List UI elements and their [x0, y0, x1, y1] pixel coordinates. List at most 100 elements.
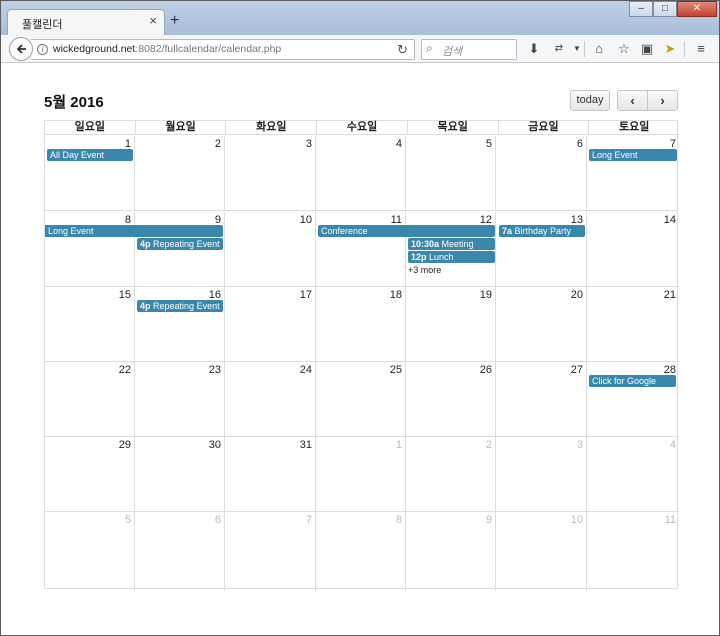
close-window-button[interactable]: ✕ — [677, 1, 717, 17]
chevron-down-icon[interactable]: ▼ — [569, 40, 585, 58]
day-cell[interactable]: 1 — [316, 437, 406, 511]
day-number[interactable]: 30 — [209, 439, 221, 451]
browser-tab[interactable]: 풀캘린더 × — [7, 9, 165, 35]
day-cell[interactable]: 8 — [316, 512, 406, 591]
day-number[interactable]: 26 — [480, 364, 492, 376]
bookmark-star-icon[interactable]: ☆ — [616, 40, 632, 58]
translate-icon[interactable]: ⇄ — [551, 40, 567, 58]
tab-close-icon[interactable]: × — [149, 14, 157, 28]
reload-icon[interactable]: ↻ — [397, 42, 408, 58]
day-cell[interactable]: 4 — [587, 437, 679, 511]
day-cell[interactable]: 8 — [45, 212, 135, 286]
day-cell[interactable]: 16 — [135, 287, 225, 361]
day-cell[interactable]: 23 — [135, 362, 225, 436]
day-number[interactable]: 20 — [571, 289, 583, 301]
day-cell[interactable]: 7 — [587, 136, 679, 210]
event-repeating[interactable]: 4p Repeating Event — [137, 300, 223, 312]
day-cell[interactable]: 17 — [225, 287, 316, 361]
day-cell[interactable]: 31 — [225, 437, 316, 511]
day-number[interactable]: 6 — [577, 138, 583, 150]
clipboard-icon[interactable]: ▣ — [639, 40, 655, 58]
day-number[interactable]: 5 — [125, 514, 131, 526]
day-number[interactable]: 31 — [300, 439, 312, 451]
day-number[interactable]: 21 — [664, 289, 676, 301]
day-number[interactable]: 9 — [486, 514, 492, 526]
day-number[interactable]: 8 — [396, 514, 402, 526]
event-meeting[interactable]: 10:30a Meeting — [408, 238, 495, 250]
event-repeating[interactable]: 4p Repeating Event — [137, 238, 223, 250]
more-events-link[interactable]: +3 more — [408, 265, 441, 275]
day-cell[interactable]: 21 — [587, 287, 679, 361]
day-number[interactable]: 10 — [571, 514, 583, 526]
search-box[interactable]: ⌕ 검색 — [421, 39, 517, 60]
day-cell[interactable]: 18 — [316, 287, 406, 361]
day-cell[interactable]: 26 — [406, 362, 496, 436]
day-number[interactable]: 27 — [571, 364, 583, 376]
day-number[interactable]: 5 — [486, 138, 492, 150]
info-icon[interactable]: i — [37, 44, 48, 55]
event-conference[interactable]: Conference — [318, 225, 495, 237]
home-icon[interactable]: ⌂ — [591, 40, 607, 58]
day-number[interactable]: 10 — [300, 214, 312, 226]
today-button[interactable]: today — [570, 90, 610, 111]
day-number[interactable]: 15 — [119, 289, 131, 301]
day-cell[interactable]: 13 — [496, 212, 587, 286]
day-number[interactable]: 2 — [486, 439, 492, 451]
day-cell[interactable]: 11 — [316, 212, 406, 286]
address-bar[interactable]: i wickedground.net:8082/fullcalendar/cal… — [31, 39, 415, 60]
event-birthday-party[interactable]: 7a Birthday Party — [499, 225, 585, 237]
day-cell[interactable]: 11 — [587, 512, 679, 591]
day-cell[interactable]: 6 — [135, 512, 225, 591]
day-number[interactable]: 3 — [577, 439, 583, 451]
day-cell[interactable]: 22 — [45, 362, 135, 436]
day-cell[interactable]: 10 — [225, 212, 316, 286]
event-click-for-google[interactable]: Click for Google — [589, 375, 676, 387]
day-cell[interactable]: 6 — [496, 136, 587, 210]
day-cell[interactable]: 24 — [225, 362, 316, 436]
day-cell[interactable]: 30 — [135, 437, 225, 511]
day-number[interactable]: 11 — [665, 514, 676, 526]
day-cell[interactable]: 29 — [45, 437, 135, 511]
event-long-event-end[interactable]: Long Event — [45, 225, 223, 237]
day-number[interactable]: 4 — [670, 439, 676, 451]
day-number[interactable]: 18 — [390, 289, 402, 301]
event-long-event-start[interactable]: Long Event — [589, 149, 677, 161]
day-number[interactable]: 14 — [664, 214, 676, 226]
maximize-button[interactable]: □ — [653, 1, 677, 17]
prev-month-button[interactable]: ‹ — [618, 91, 648, 110]
day-cell[interactable]: 3 — [496, 437, 587, 511]
event-all-day[interactable]: All Day Event — [47, 149, 133, 161]
day-number[interactable]: 29 — [119, 439, 131, 451]
day-cell[interactable]: 7 — [225, 512, 316, 591]
back-button[interactable] — [9, 37, 33, 61]
day-cell[interactable]: 20 — [496, 287, 587, 361]
day-cell[interactable]: 25 — [316, 362, 406, 436]
day-cell[interactable]: 28 — [587, 362, 679, 436]
day-cell[interactable]: 1 — [45, 136, 135, 210]
day-cell[interactable]: 15 — [45, 287, 135, 361]
day-number[interactable]: 4 — [396, 138, 402, 150]
download-icon[interactable]: ⬇ — [526, 40, 542, 58]
day-cell[interactable]: 9 — [406, 512, 496, 591]
day-number[interactable]: 19 — [480, 289, 492, 301]
day-cell[interactable]: 3 — [225, 136, 316, 210]
minimize-button[interactable]: – — [629, 1, 653, 17]
day-number[interactable]: 17 — [300, 289, 312, 301]
menu-icon[interactable]: ≡ — [693, 40, 709, 58]
cursor-icon[interactable]: ➤ — [662, 40, 678, 58]
day-cell[interactable]: 19 — [406, 287, 496, 361]
day-number[interactable]: 6 — [215, 514, 221, 526]
day-cell[interactable]: 10 — [496, 512, 587, 591]
day-cell[interactable]: 14 — [587, 212, 679, 286]
day-number[interactable]: 2 — [215, 138, 221, 150]
day-number[interactable]: 3 — [306, 138, 312, 150]
day-number[interactable]: 24 — [300, 364, 312, 376]
day-cell[interactable]: 2 — [135, 136, 225, 210]
day-cell[interactable]: 27 — [496, 362, 587, 436]
next-month-button[interactable]: › — [648, 91, 677, 110]
day-cell[interactable]: 2 — [406, 437, 496, 511]
day-number[interactable]: 25 — [390, 364, 402, 376]
day-cell[interactable]: 5 — [45, 512, 135, 591]
day-cell[interactable]: 4 — [316, 136, 406, 210]
day-number[interactable]: 1 — [396, 439, 402, 451]
